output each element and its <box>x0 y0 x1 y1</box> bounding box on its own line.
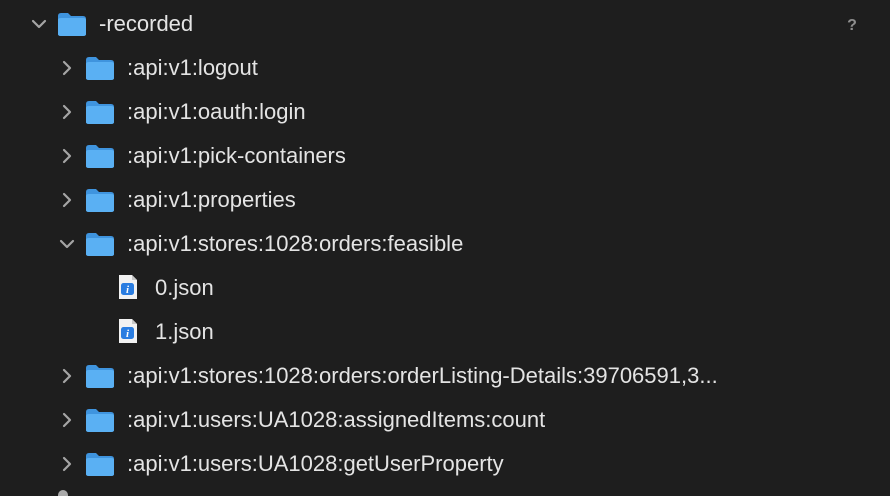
folder-icon <box>86 189 114 212</box>
folder-icon <box>86 365 114 388</box>
tree-row-folder[interactable]: :api:v1:oauth:login <box>0 90 890 134</box>
tree-row-folder[interactable]: :api:v1:users:UA1028:getUserProperty <box>0 442 890 486</box>
tree-row-folder-expanded[interactable]: :api:v1:stores:1028:orders:feasible <box>0 222 890 266</box>
folder-icon <box>86 57 114 80</box>
chevron-down-icon[interactable] <box>58 235 76 253</box>
tree-label: :api:v1:oauth:login <box>127 99 306 124</box>
tree-row-folder[interactable]: :api:v1:properties <box>0 178 890 222</box>
tree-label: :api:v1:users:UA1028:assignedItems:count <box>127 407 546 432</box>
tree-label: :api:v1:stores:1028:orders:feasible <box>127 231 464 256</box>
chevron-right-icon[interactable] <box>58 411 76 429</box>
chevron-right-icon[interactable] <box>58 455 76 473</box>
tree-label: :api:v1:logout <box>127 55 258 80</box>
folder-icon <box>86 101 114 124</box>
tree-row-file[interactable]: i 1.json <box>0 310 890 354</box>
json-file-icon: i <box>119 319 137 343</box>
folder-icon <box>86 409 114 432</box>
tree-row-folder[interactable]: :api:v1:pick-containers <box>0 134 890 178</box>
tree-row-root[interactable]: -recorded ? <box>0 2 890 46</box>
tree-label: 0.json <box>155 275 214 300</box>
chevron-right-icon[interactable] <box>58 103 76 121</box>
chevron-right-icon[interactable] <box>58 59 76 77</box>
chevron-right-icon[interactable] <box>58 367 76 385</box>
tree-row-folder[interactable]: :api:v1:logout <box>0 46 890 90</box>
tree-label: :api:v1:users:UA1028:getUserProperty <box>127 451 504 476</box>
chevron-down-icon[interactable] <box>30 15 48 33</box>
tree-label-root: -recorded <box>99 11 194 36</box>
tree-label: :api:v1:pick-containers <box>127 143 346 168</box>
help-icon[interactable]: ? <box>844 16 860 36</box>
chevron-right-icon[interactable] <box>58 147 76 165</box>
next-row-peek <box>58 490 68 496</box>
tree-row-folder[interactable]: :api:v1:stores:1028:orders:orderListing-… <box>0 354 890 398</box>
chevron-right-icon[interactable] <box>58 191 76 209</box>
tree-label: :api:v1:properties <box>127 187 296 212</box>
tree-row-file[interactable]: i 0.json <box>0 266 890 310</box>
folder-icon <box>86 145 114 168</box>
tree-label: :api:v1:stores:1028:orders:orderListing-… <box>127 363 718 388</box>
folder-icon <box>58 13 86 36</box>
folder-icon <box>86 233 114 256</box>
folder-icon <box>86 453 114 476</box>
finder-list-view: -recorded ? :api:v1:logout :api:v1:oauth… <box>0 0 890 496</box>
tree-row-folder[interactable]: :api:v1:users:UA1028:assignedItems:count <box>0 398 890 442</box>
tree-label: 1.json <box>155 319 214 344</box>
json-file-icon: i <box>119 275 137 299</box>
